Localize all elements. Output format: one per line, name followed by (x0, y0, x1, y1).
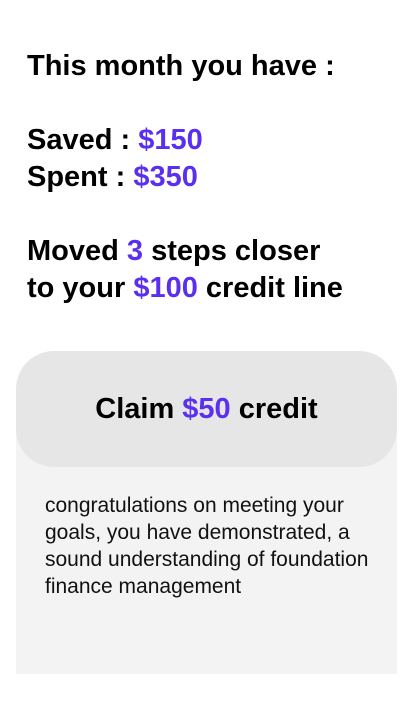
moved-prefix: Moved (27, 235, 127, 267)
congratulations-message: congratulations on meeting your goals, y… (45, 494, 369, 598)
moved-suffix: steps closer (143, 235, 321, 267)
monthly-summary: This month you have : Saved : $150 Spent… (27, 48, 407, 307)
saved-amount: $150 (138, 124, 203, 156)
spent-amount: $350 (133, 161, 198, 193)
claim-amount: $50 (182, 392, 231, 425)
spent-line: Spent : $350 (27, 159, 407, 196)
claim-prefix: Claim (95, 392, 183, 425)
saved-line: Saved : $150 (27, 122, 407, 159)
credit-line: to your $100 credit line (27, 270, 407, 307)
claim-credit-button[interactable]: Claim $50 credit (16, 351, 397, 467)
credit-prefix: to your (27, 272, 134, 304)
saved-label: Saved : (27, 124, 139, 156)
credit-suffix: credit line (197, 272, 343, 304)
moved-steps: 3 (126, 235, 144, 267)
credit-amount: $100 (133, 272, 198, 304)
spent-label: Spent : (27, 161, 134, 193)
summary-heading: This month you have : (27, 50, 335, 82)
progress-line: Moved 3 steps closer (27, 233, 407, 270)
claim-card: Claim $50 credit congratulations on meet… (16, 351, 397, 674)
claim-suffix: credit (230, 392, 318, 425)
